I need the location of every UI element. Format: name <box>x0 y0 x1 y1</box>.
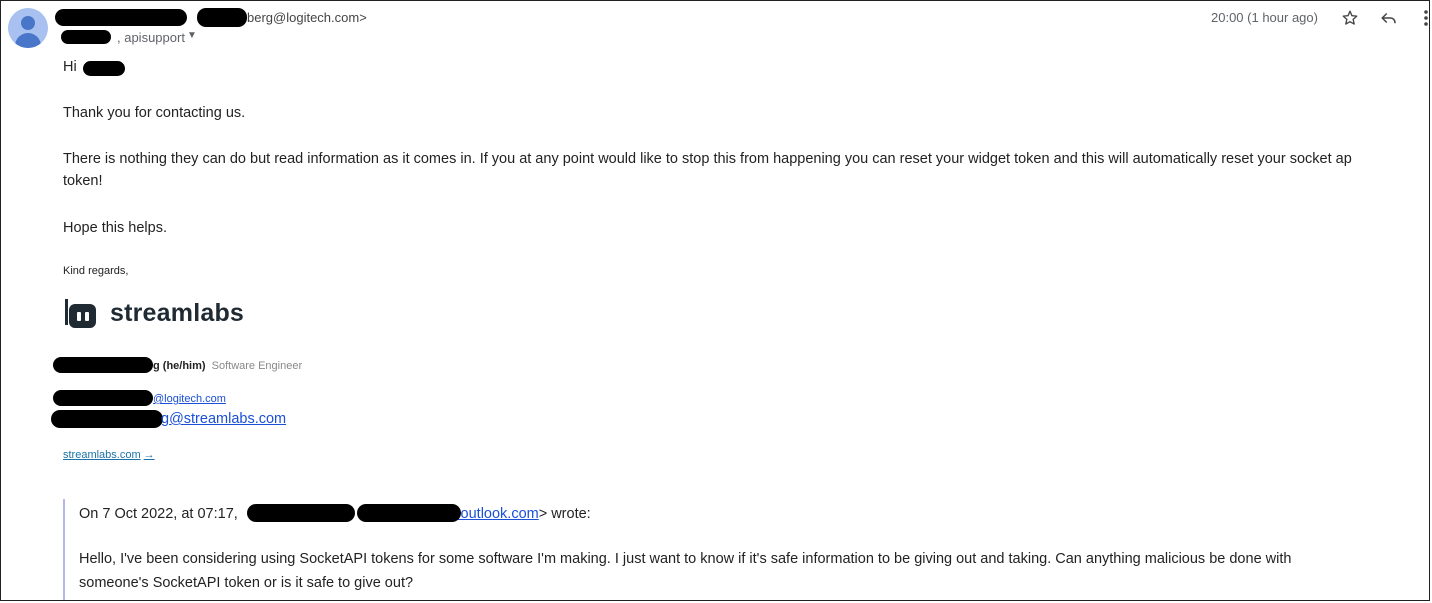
quote-bar <box>63 499 65 600</box>
caret-down-icon[interactable]: ▼ <box>187 30 197 41</box>
reply-icon[interactable] <box>1378 7 1400 29</box>
body-line-info: There is nothing they can do but read in… <box>63 151 1352 167</box>
brand-name: streamlabs <box>110 298 245 327</box>
person-avatar-icon[interactable] <box>8 8 48 48</box>
redacted-quote-name <box>247 504 355 522</box>
signature-email-streamlabs[interactable]: g@streamlabs.com <box>161 411 286 427</box>
body-line-info-cont: token! <box>63 173 103 189</box>
email-view: berg@logitech.com> , apisupport ▼ 20:00 … <box>0 0 1430 601</box>
quote-line-1: Hello, I've been considering using Socke… <box>79 551 1292 567</box>
body-line-hope: Hope this helps. <box>63 220 167 236</box>
quote-intro-prefix: On 7 Oct 2022, at 07:17, <box>79 506 238 522</box>
streamlabs-logo-icon <box>65 299 96 328</box>
avatar-head <box>21 16 35 30</box>
more-vert-icon[interactable] <box>1415 7 1429 29</box>
signature-role: Software Engineer <box>211 360 303 372</box>
quote-intro-suffix: > wrote: <box>538 506 591 522</box>
greeting: Hi <box>63 59 77 75</box>
redacted-sender-email <box>197 8 247 27</box>
quote-line-2: someone's SocketAPI token or is it safe … <box>79 575 414 591</box>
redacted-email-2 <box>51 410 163 428</box>
sender-email: berg@logitech.com> <box>247 10 367 25</box>
timestamp: 20:00 (1 hour ago) <box>1211 10 1318 25</box>
redacted-recipient-name <box>83 61 125 76</box>
body-line-thanks: Thank you for contacting us. <box>63 105 246 121</box>
closing: Kind regards, <box>63 265 129 277</box>
website-link[interactable]: streamlabs.com → <box>63 449 155 461</box>
redacted-quote-email <box>357 504 461 522</box>
redacted-sender-name <box>55 9 187 26</box>
arrow-right-icon: → <box>143 449 155 461</box>
redacted-signature-name <box>53 357 153 373</box>
star-icon[interactable] <box>1339 7 1361 29</box>
signature-email-logitech[interactable]: @logitech.com <box>153 393 226 405</box>
redacted-email-1 <box>53 390 153 406</box>
signature-name: g (he/him) <box>153 360 206 372</box>
redacted-recipient <box>61 30 111 44</box>
website-label: streamlabs.com <box>63 449 141 461</box>
signature-name-role: g (he/him) Software Engineer <box>153 360 302 372</box>
recipients-list: , apisupport <box>117 30 185 45</box>
avatar-body <box>15 33 41 48</box>
streamlabs-logo: streamlabs <box>62 297 244 329</box>
